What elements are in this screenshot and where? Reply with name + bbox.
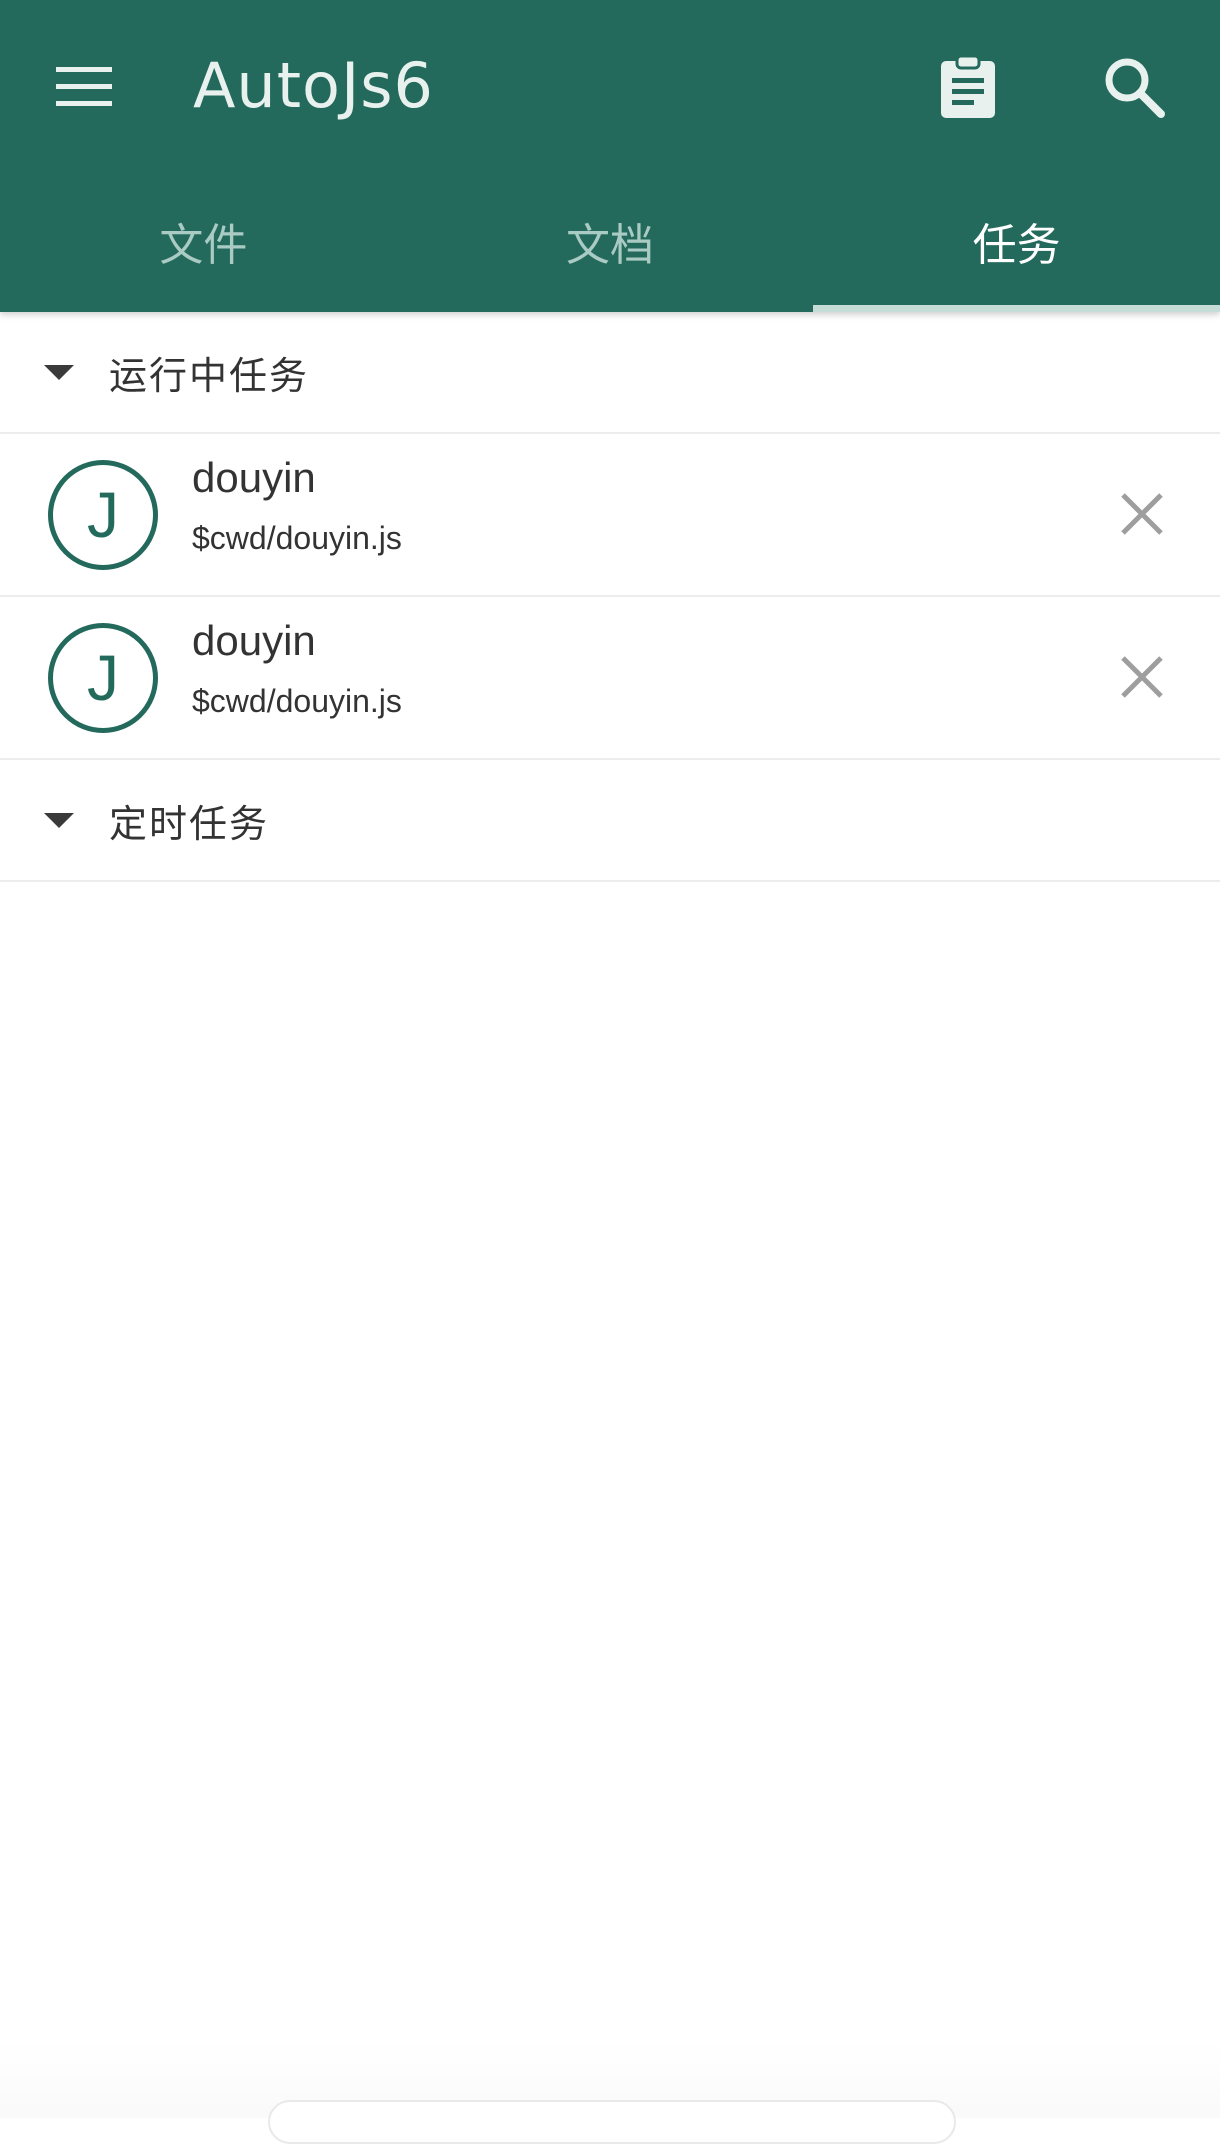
clipboard-icon <box>941 54 995 118</box>
stop-task-button[interactable] <box>1100 635 1184 719</box>
search-icon <box>1105 58 1165 118</box>
script-avatar: J <box>48 460 158 570</box>
group-header-running[interactable]: 运行中任务 <box>0 312 1220 434</box>
caret-down-icon <box>44 365 74 380</box>
tab-files[interactable]: 文件 <box>0 170 407 312</box>
group-label: 运行中任务 <box>109 353 310 398</box>
task-path: $cwd/douyin.js <box>192 683 402 719</box>
task-row[interactable]: J douyin $cwd/douyin.js <box>0 434 1220 597</box>
home-indicator[interactable] <box>268 2100 956 2144</box>
menu-button[interactable] <box>28 31 140 143</box>
hamburger-menu-icon <box>56 67 112 106</box>
tab-tasks[interactable]: 任务 <box>813 170 1220 312</box>
task-name: douyin <box>192 617 316 664</box>
toolbar: AutoJs6 <box>0 0 1220 170</box>
close-icon <box>1121 656 1163 698</box>
group-label: 定时任务 <box>109 801 270 846</box>
task-path: $cwd/douyin.js <box>192 520 402 556</box>
tab-bar: 文件 文档 任务 <box>0 170 1220 312</box>
group-header-scheduled[interactable]: 定时任务 <box>0 760 1220 882</box>
search-button[interactable] <box>1078 31 1190 143</box>
script-avatar: J <box>48 623 158 733</box>
app-bar: AutoJs6 文件 文档 任务 <box>0 0 1220 312</box>
caret-down-icon <box>44 813 74 828</box>
close-icon <box>1121 493 1163 535</box>
task-name: douyin <box>192 454 316 501</box>
stop-task-button[interactable] <box>1100 472 1184 556</box>
clipboard-button[interactable] <box>912 31 1024 143</box>
task-list: 运行中任务 J douyin $cwd/douyin.js J douyin $… <box>0 312 1220 882</box>
app-title: AutoJs6 <box>193 49 434 122</box>
task-row[interactable]: J douyin $cwd/douyin.js <box>0 597 1220 760</box>
tab-docs[interactable]: 文档 <box>407 170 814 312</box>
